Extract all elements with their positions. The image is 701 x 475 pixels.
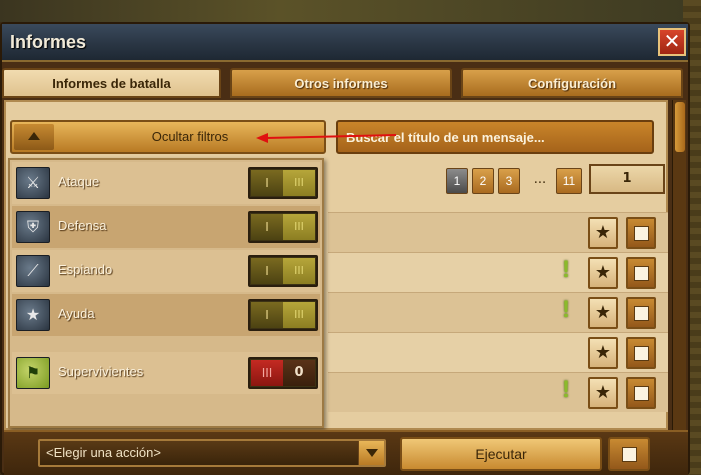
filter-row-espiando: ⟋ Espiando I III (12, 250, 320, 292)
chevron-down-icon[interactable] (358, 441, 384, 465)
flag-icon: ⚑ (16, 357, 50, 389)
reports-window: Informes ✕ Informes de batalla Otros inf… (0, 22, 690, 475)
filter-label: Espiando (58, 262, 113, 277)
page-button-1[interactable]: 1 (446, 168, 468, 194)
toggle-right: III (283, 258, 315, 284)
star-icon[interactable]: ★ (588, 377, 618, 409)
filter-toggle-ataque[interactable]: I III (248, 167, 318, 199)
page-button-last[interactable]: 11 (556, 168, 582, 194)
annotation-arrow-icon (256, 133, 396, 143)
select-checkbox[interactable] (626, 257, 656, 289)
page-number-input[interactable]: 1 (589, 164, 665, 194)
filter-toggle-supervivientes[interactable]: III 0 (248, 357, 318, 389)
spyglass-icon: ⟋ (16, 255, 50, 287)
action-select-value: <Elegir una acción> (46, 445, 161, 460)
close-icon[interactable]: ✕ (658, 28, 686, 56)
action-select[interactable]: <Elegir una acción> (38, 439, 386, 467)
title-bar: Informes ✕ (2, 24, 688, 62)
filter-label: Supervivientes (58, 364, 144, 379)
filter-row-ataque: ⚔ Ataque I III (12, 162, 320, 204)
alert-icon: ! (562, 296, 570, 323)
window-title: Informes (10, 32, 87, 52)
star-shield-icon: ★ (16, 299, 50, 331)
filter-row-defensa: ⛨ Defensa I III (12, 206, 320, 248)
filter-label: Defensa (58, 218, 107, 233)
page-ellipsis: ... (533, 172, 547, 187)
toggle-left: I (251, 170, 283, 196)
filter-label: Ataque (58, 174, 100, 189)
alert-icon: ! (562, 256, 570, 283)
star-icon[interactable]: ★ (588, 297, 618, 329)
toggle-right: III (283, 214, 315, 240)
star-icon[interactable]: ★ (588, 257, 618, 289)
page-button-2[interactable]: 2 (472, 168, 494, 194)
filter-row-supervivientes: ⚑ Supervivientes III 0 (12, 352, 320, 394)
toggle-right: III (283, 170, 315, 196)
shield-icon: ⛨ (16, 211, 50, 243)
select-checkbox[interactable] (626, 377, 656, 409)
filter-toggle-defensa[interactable]: I III (248, 211, 318, 243)
select-checkbox[interactable] (626, 337, 656, 369)
tab-settings[interactable]: Configuración (461, 68, 683, 98)
toggle-right: 0 (283, 360, 315, 386)
collapse-arrow-icon (14, 124, 54, 150)
execute-button[interactable]: Ejecutar (400, 437, 602, 471)
toggle-left: I (251, 302, 283, 328)
toggle-left: I (251, 214, 283, 240)
filter-label: Ayuda (58, 306, 95, 321)
select-checkbox[interactable] (626, 297, 656, 329)
scrollbar[interactable] (672, 100, 686, 430)
toggle-right: III (283, 302, 315, 328)
scroll-thumb[interactable] (675, 102, 685, 152)
toggle-left: I (251, 258, 283, 284)
filter-panel: ⚔ Ataque I III ⛨ Defensa I III ⟋ Espiand… (8, 158, 324, 428)
game-background-top (0, 0, 701, 22)
filter-toggle-espiando[interactable]: I III (248, 255, 318, 287)
tab-bar: Informes de batalla Otros informes Confi… (2, 64, 688, 100)
page-button-3[interactable]: 3 (498, 168, 520, 194)
star-icon[interactable]: ★ (588, 217, 618, 249)
star-icon[interactable]: ★ (588, 337, 618, 369)
axe-icon: ⚔ (16, 167, 50, 199)
filter-toggle-ayuda[interactable]: I III (248, 299, 318, 331)
tab-other-reports[interactable]: Otros informes (230, 68, 452, 98)
select-all-checkbox[interactable] (608, 437, 650, 471)
filter-row-ayuda: ★ Ayuda I III (12, 294, 320, 336)
alert-icon: ! (562, 376, 570, 403)
toggle-left: III (251, 360, 283, 386)
action-bar: <Elegir una acción> Ejecutar (4, 430, 688, 475)
tab-battle-reports[interactable]: Informes de batalla (2, 68, 221, 98)
select-checkbox[interactable] (626, 217, 656, 249)
